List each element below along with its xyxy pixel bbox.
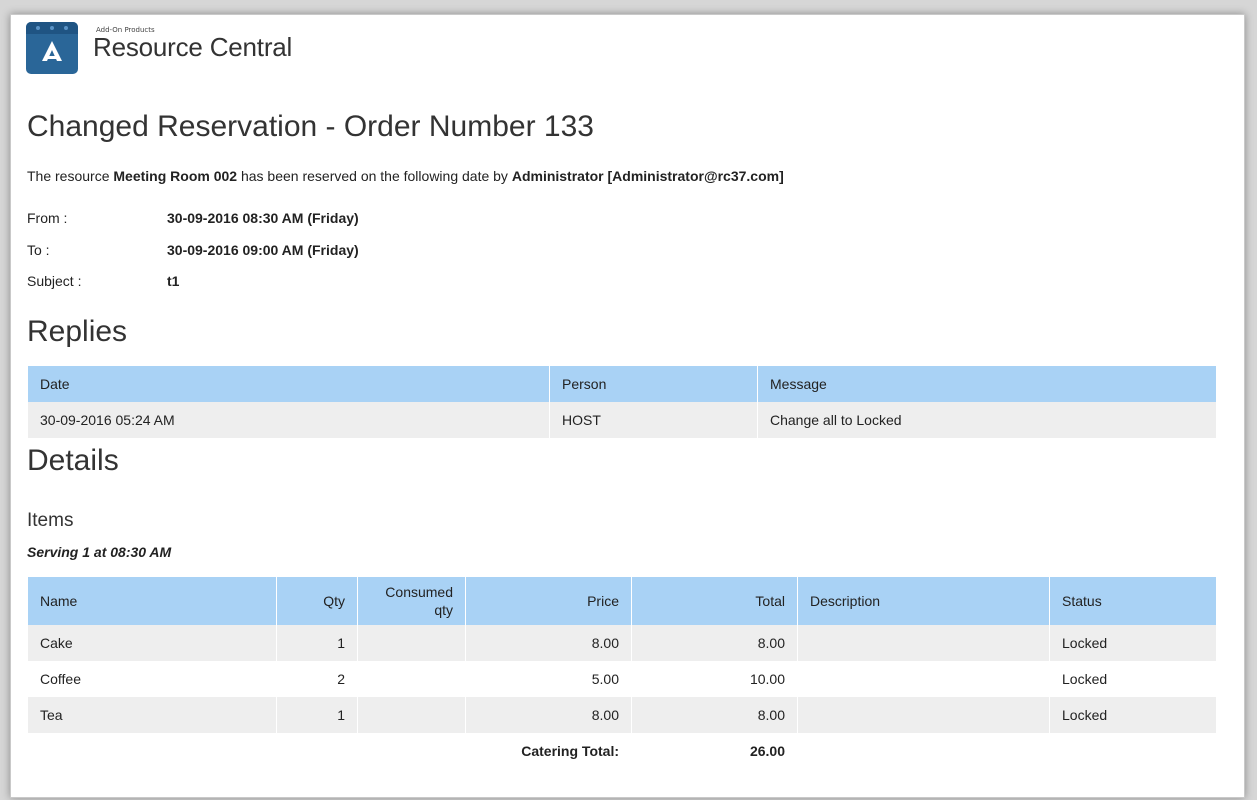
item-total: 8.00 [631, 697, 798, 733]
item-name: Tea [28, 697, 277, 733]
col-status: Status [1049, 577, 1217, 625]
table-row: Coffee 2 5.00 10.00 Locked [28, 661, 1217, 697]
item-consumed-qty [357, 625, 466, 661]
item-description [797, 697, 1050, 733]
item-name: Cake [28, 625, 277, 661]
table-row: 30-09-2016 05:24 AM HOST Change all to L… [28, 402, 1217, 438]
item-description [797, 625, 1050, 661]
col-date: Date [28, 366, 550, 402]
col-consumed-qty: Consumed qty [357, 577, 466, 625]
items-header-row: Name Qty Consumed qty Price Total Descri… [28, 577, 1217, 625]
to-value: 30-09-2016 09:00 AM (Friday) [167, 242, 359, 258]
col-qty: Qty [276, 577, 358, 625]
table-row: Cake 1 8.00 8.00 Locked [28, 625, 1217, 661]
catering-total-label: Catering Total: [465, 733, 632, 769]
reserved-by: Administrator [Administrator@rc37.com] [511, 168, 784, 184]
from-value: 30-09-2016 08:30 AM (Friday) [167, 210, 359, 226]
reply-date: 30-09-2016 05:24 AM [28, 402, 550, 438]
brand-name: Resource Central [93, 32, 293, 62]
col-price: Price [465, 577, 632, 625]
item-total: 8.00 [631, 625, 798, 661]
item-price: 8.00 [465, 697, 632, 733]
resource-central-logo-icon [26, 22, 78, 74]
item-total: 10.00 [631, 661, 798, 697]
from-label: From : [27, 210, 68, 226]
col-person: Person [549, 366, 758, 402]
page-title: Changed Reservation - Order Number 133 [27, 110, 594, 143]
reply-person: HOST [549, 402, 758, 438]
items-table: Name Qty Consumed qty Price Total Descri… [28, 577, 1217, 769]
item-description [797, 661, 1050, 697]
details-heading: Details [27, 444, 119, 477]
item-qty: 2 [276, 661, 358, 697]
col-description: Description [797, 577, 1050, 625]
item-qty: 1 [276, 625, 358, 661]
reply-message: Change all to Locked [757, 402, 1217, 438]
replies-table: Date Person Message 30-09-2016 05:24 AM … [28, 366, 1217, 438]
replies-heading: Replies [27, 315, 128, 348]
subject-value: t1 [167, 273, 180, 289]
intro-text: The resource Meeting Room 002 has been r… [27, 168, 784, 184]
catering-total-value: 26.00 [631, 733, 798, 769]
col-total: Total [631, 577, 798, 625]
item-status: Locked [1049, 625, 1217, 661]
item-status: Locked [1049, 661, 1217, 697]
item-consumed-qty [357, 661, 466, 697]
items-heading: Items [27, 510, 74, 531]
replies-header-row: Date Person Message [28, 366, 1217, 402]
item-name: Coffee [28, 661, 277, 697]
table-row: Tea 1 8.00 8.00 Locked [28, 697, 1217, 733]
col-message: Message [757, 366, 1217, 402]
col-name: Name [28, 577, 277, 625]
item-consumed-qty [357, 697, 466, 733]
subject-label: Subject : [27, 273, 82, 289]
serving-label: Serving 1 at 08:30 AM [27, 544, 172, 560]
item-status: Locked [1049, 697, 1217, 733]
to-label: To : [27, 242, 50, 258]
catering-total-row: Catering Total: 26.00 [28, 733, 1217, 769]
item-price: 5.00 [465, 661, 632, 697]
resource-name: Meeting Room 002 [113, 168, 238, 184]
item-price: 8.00 [465, 625, 632, 661]
item-qty: 1 [276, 697, 358, 733]
